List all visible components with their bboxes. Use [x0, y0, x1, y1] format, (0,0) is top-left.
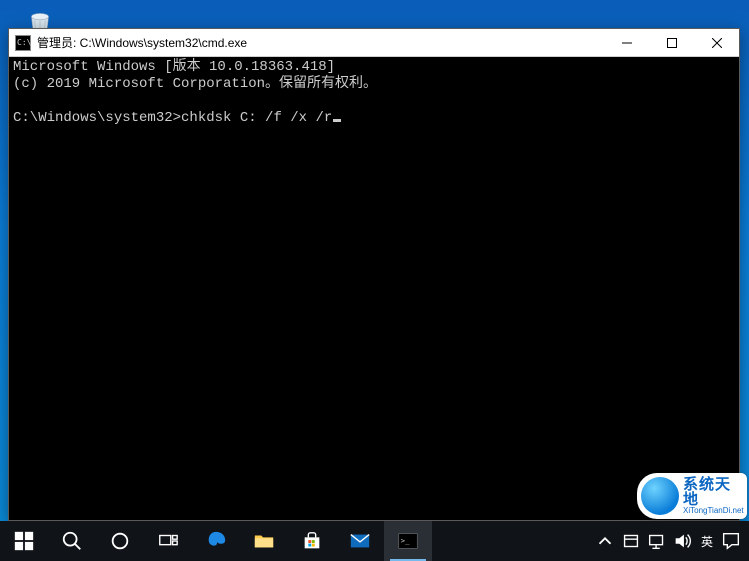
titlebar[interactable]: 管理员: C:\Windows\system32\cmd.exe [9, 29, 739, 57]
taskbar: >_ 英 [0, 521, 749, 561]
search-button[interactable] [48, 521, 96, 561]
svg-text:>_: >_ [401, 536, 410, 545]
tray-volume-icon[interactable] [671, 521, 695, 561]
term-command: chkdsk C: /f /x /r [181, 110, 332, 126]
ime-indicator[interactable]: 英 [697, 533, 717, 550]
term-line: Microsoft Windows [版本 10.0.18363.418] [13, 59, 335, 75]
term-line: (c) 2019 Microsoft Corporation。保留所有权利。 [13, 76, 377, 92]
mail-button[interactable] [336, 521, 384, 561]
cmd-app-icon [15, 35, 31, 51]
term-prompt: C:\Windows\system32> [13, 110, 181, 126]
start-button[interactable] [0, 521, 48, 561]
file-explorer-button[interactable] [240, 521, 288, 561]
cmd-window: 管理员: C:\Windows\system32\cmd.exe Microso… [8, 28, 740, 521]
tray-chevron-icon[interactable] [593, 521, 617, 561]
watermark-sub: XiTongTianDi.net [683, 507, 744, 515]
system-tray: 英 [593, 521, 749, 561]
task-view-button[interactable] [144, 521, 192, 561]
tray-security-icon[interactable] [619, 521, 643, 561]
globe-icon [641, 477, 679, 515]
close-button[interactable] [694, 29, 739, 57]
cursor [333, 119, 341, 122]
watermark-badge: 系统天地 XiTongTianDi.net [637, 473, 747, 519]
watermark-title: 系统天地 [683, 477, 744, 507]
cortana-button[interactable] [96, 521, 144, 561]
minimize-button[interactable] [604, 29, 649, 57]
edge-button[interactable] [192, 521, 240, 561]
action-center-icon[interactable] [719, 521, 743, 561]
cmd-taskbar-button[interactable]: >_ [384, 521, 432, 561]
maximize-button[interactable] [649, 29, 694, 57]
window-title: 管理员: C:\Windows\system32\cmd.exe [37, 34, 247, 51]
tray-network-icon[interactable] [645, 521, 669, 561]
store-button[interactable] [288, 521, 336, 561]
terminal-output[interactable]: Microsoft Windows [版本 10.0.18363.418] (c… [9, 57, 739, 520]
